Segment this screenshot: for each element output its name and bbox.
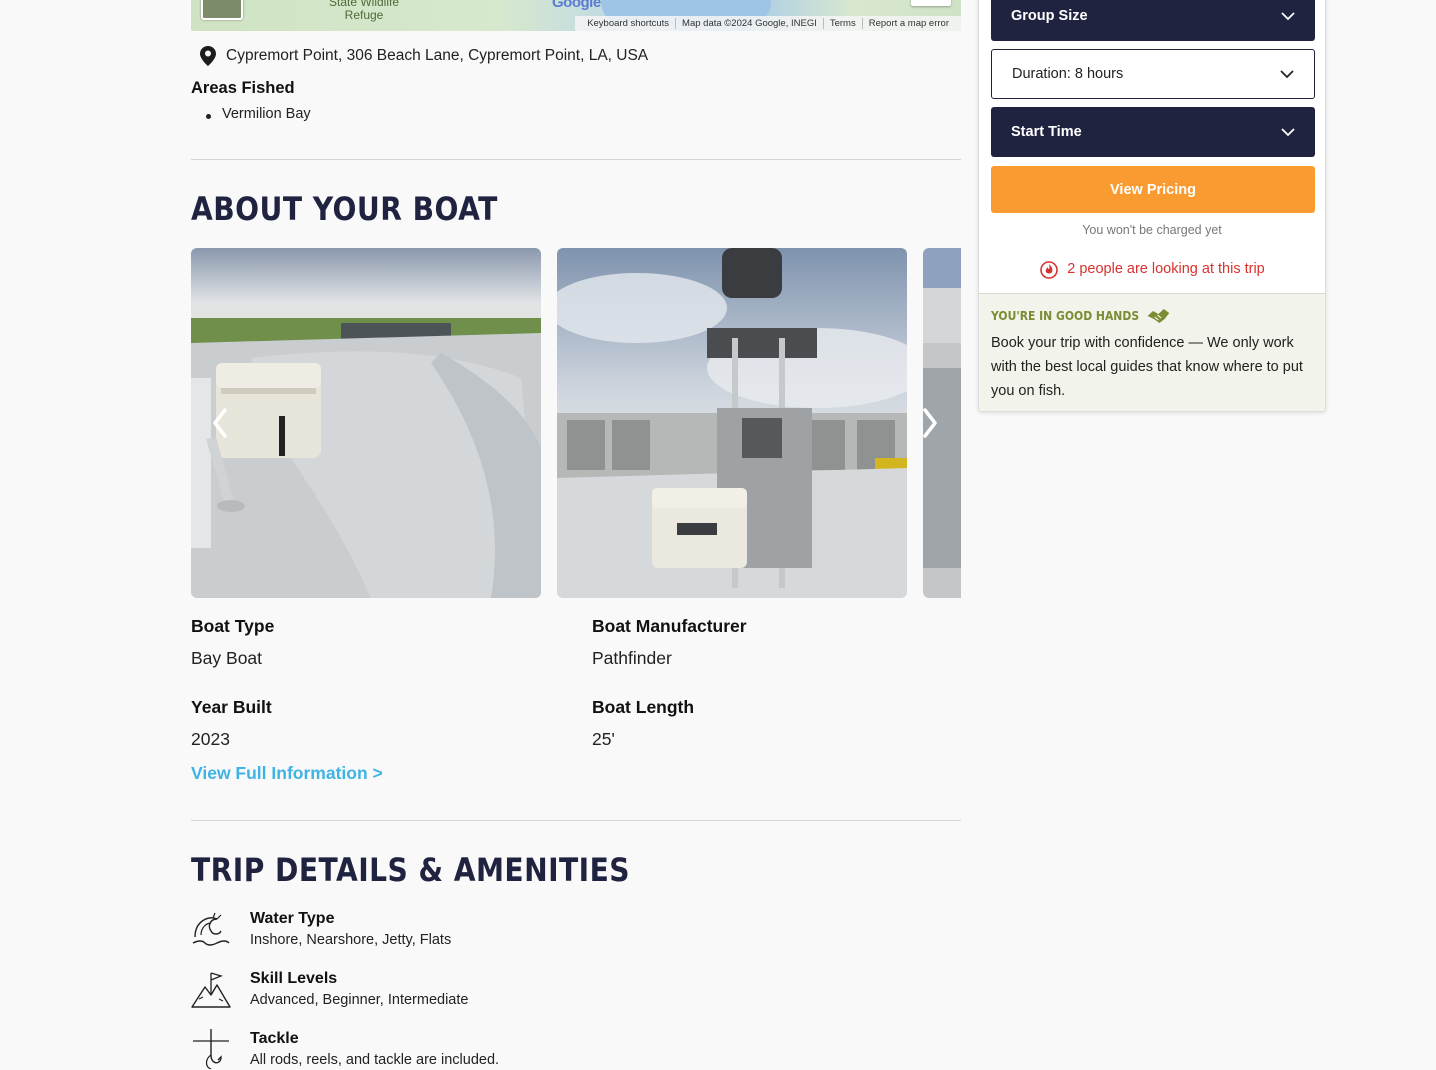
area-item: Vermilion Bay — [206, 106, 311, 122]
map-pin-icon — [200, 46, 216, 66]
spec-value: Pathfinder — [592, 648, 672, 668]
about-boat-heading: About Your Boat — [191, 190, 498, 228]
map-place-label: State Wildlife Refuge — [329, 0, 399, 22]
spec-boat-manufacturer: Boat Manufacturer Pathfinder — [592, 616, 747, 669]
wave-icon — [192, 912, 230, 946]
amenity-title: Skill Levels — [250, 970, 338, 987]
mountain-flag-icon — [191, 972, 231, 1008]
good-hands-title: You're in good hands — [991, 307, 1281, 325]
amenity-value: Advanced, Beginner, Intermediate — [250, 992, 469, 1008]
booking-panel: Group Size Duration: 8 hours Start Time … — [978, 0, 1326, 412]
start-time-select[interactable]: Start Time — [991, 107, 1315, 157]
chevron-left-icon — [213, 408, 227, 438]
chevron-right-icon — [923, 408, 937, 438]
boat-photo[interactable] — [557, 248, 907, 598]
chevron-down-icon — [1281, 127, 1295, 136]
spec-label: Year Built — [191, 697, 272, 717]
handshake-icon — [1147, 309, 1169, 323]
spec-label: Boat Type — [191, 616, 275, 636]
duration-select[interactable]: Duration: 8 hours — [991, 49, 1315, 99]
amenity-value: Inshore, Nearshore, Jetty, Flats — [250, 932, 452, 948]
spec-value: Bay Boat — [191, 648, 263, 668]
view-full-information-link[interactable]: View Full Information > — [191, 763, 383, 784]
map-zoom-control[interactable] — [911, 0, 951, 6]
terms-link[interactable]: Terms — [822, 18, 862, 29]
group-size-label: Group Size — [1011, 8, 1088, 24]
map-type-toggle[interactable] — [201, 0, 243, 20]
address-text: Cypremort Point, 306 Beach Lane, Cypremo… — [226, 47, 649, 64]
fish-hook-icon — [193, 1029, 229, 1069]
spec-boat-length: Boat Length 25' — [592, 697, 694, 750]
amenity-skill-levels: Skill Levels Advanced, Beginner, Interme… — [191, 969, 468, 1009]
popularity-notice: 2 people are looking at this trip — [979, 259, 1325, 279]
trip-details-heading: Trip Details & Amenities — [191, 851, 630, 889]
spec-year-built: Year Built 2023 — [191, 697, 272, 750]
view-pricing-button[interactable]: View Pricing — [991, 166, 1315, 213]
areas-fished-list: Vermilion Bay — [206, 106, 311, 122]
boat-photo-image — [557, 248, 907, 598]
keyboard-shortcuts-link[interactable]: Keyboard shortcuts — [581, 18, 675, 29]
start-time-label: Start Time — [1011, 124, 1082, 140]
flame-icon — [1040, 261, 1059, 279]
chevron-down-icon — [1281, 11, 1295, 20]
location-map[interactable]: State Wildlife Refuge Google Keyboard sh… — [191, 0, 961, 31]
amenity-water-type: Water Type Inshore, Nearshore, Jetty, Fl… — [191, 909, 451, 949]
spec-value: 2023 — [191, 729, 230, 749]
boat-photo-image — [191, 248, 541, 598]
not-charged-note: You won't be charged yet — [1082, 223, 1222, 237]
spec-value: 25' — [592, 729, 615, 749]
amenity-tackle: Tackle All rods, reels, and tackle are i… — [191, 1029, 499, 1069]
chevron-down-icon — [1280, 69, 1294, 78]
good-hands-title-text: You're in good hands — [991, 309, 1140, 323]
amenity-title: Water Type — [250, 910, 335, 927]
duration-label: Duration: 8 hours — [1012, 66, 1124, 82]
carousel-next-button[interactable] — [915, 403, 945, 443]
section-divider — [191, 820, 961, 821]
spec-boat-type: Boat Type Bay Boat — [191, 616, 274, 669]
map-place-label-line2: Refuge — [344, 8, 384, 22]
section-divider — [191, 159, 961, 160]
good-hands-text: Book your trip with confidence — We only… — [991, 335, 1303, 399]
amenity-value: All rods, reels, and tackle are included… — [250, 1052, 500, 1068]
map-data-text: Map data ©2024 Google, INEGI — [675, 18, 823, 29]
areas-fished-title: Areas Fished — [191, 79, 295, 97]
group-size-select[interactable]: Group Size — [991, 0, 1315, 41]
amenity-title: Tackle — [250, 1030, 299, 1047]
map-attribution: Keyboard shortcuts Map data ©2024 Google… — [575, 16, 961, 31]
carousel-prev-button[interactable] — [205, 403, 235, 443]
spec-label: Boat Length — [592, 697, 695, 717]
trip-address: Cypremort Point, 306 Beach Lane, Cypremo… — [200, 46, 648, 66]
spec-label: Boat Manufacturer — [592, 616, 747, 636]
report-map-error-link[interactable]: Report a map error — [861, 18, 955, 29]
google-logo: Google — [552, 0, 601, 11]
boat-photo[interactable] — [191, 248, 541, 598]
good-hands-box: You're in good hands Book your trip with… — [979, 293, 1325, 411]
boat-photo-carousel[interactable] — [191, 248, 961, 598]
popularity-text: 2 people are looking at this trip — [1067, 261, 1265, 277]
